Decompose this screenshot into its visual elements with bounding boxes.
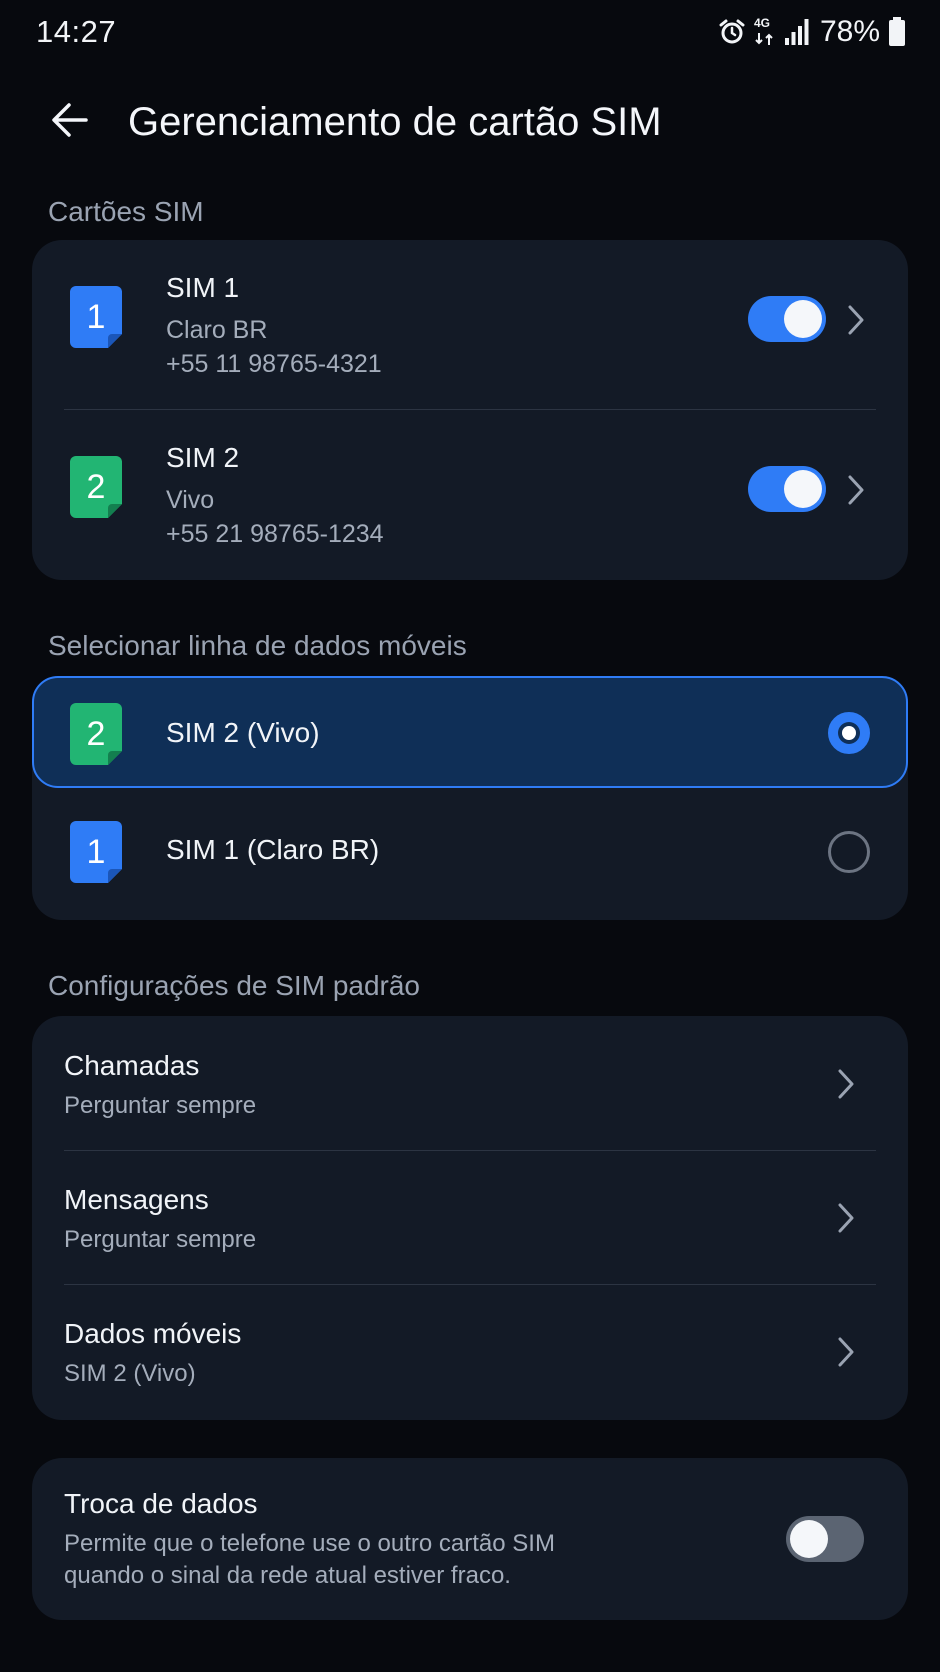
data-swap-card: Troca de dados Permite que o telefone us…	[32, 1458, 908, 1620]
battery-icon	[888, 17, 906, 47]
chevron-right-icon	[842, 300, 870, 340]
chevron-right-icon	[832, 1198, 860, 1238]
sim-2-name: SIM 2	[166, 442, 240, 473]
sim-2-toggle[interactable]	[748, 466, 826, 512]
sim-1-icon: 1	[70, 821, 122, 883]
status-time: 14:27	[36, 14, 117, 49]
battery-percent: 78%	[819, 15, 880, 48]
toggle-knob	[790, 1520, 828, 1558]
sim-1-name: SIM 1	[166, 272, 240, 303]
data-swap-title: Troca de dados	[64, 1488, 258, 1519]
default-messages-row[interactable]: Mensagens Perguntar sempre	[32, 1150, 908, 1276]
chevron-right-icon	[832, 1332, 860, 1372]
default-messages-value: Perguntar sempre	[64, 1226, 257, 1253]
default-mobile-data-value: SIM 2 (Vivo)	[64, 1360, 196, 1387]
sim-2-slot-number: 2	[86, 714, 106, 753]
arrow-left-icon	[50, 100, 90, 145]
sim-1-toggle[interactable]	[748, 296, 826, 342]
sim-2-icon: 2	[70, 456, 122, 518]
status-icons: 4G 78%	[718, 14, 906, 50]
sim-2-carrier: Vivo	[166, 486, 215, 514]
data-line-option-sim-2[interactable]: 2 SIM 2 (Vivo)	[32, 676, 908, 788]
signal-icon	[784, 18, 810, 46]
alarm-icon	[718, 18, 746, 46]
default-calls-value: Perguntar sempre	[64, 1092, 257, 1119]
data-line-card: 2 SIM 2 (Vivo) 1 SIM 1 (Claro BR)	[32, 676, 908, 920]
sim-2-number: +55 21 98765-1234	[166, 520, 384, 548]
sim-1-slot-number: 1	[86, 832, 106, 871]
sim-1-slot-number: 1	[86, 297, 106, 336]
sim-2-row[interactable]: 2 SIM 2 Vivo +55 21 98765-1234	[32, 410, 908, 580]
sim-2-slot-number: 2	[86, 467, 106, 506]
chevron-right-icon	[832, 1064, 860, 1104]
sim-1-number: +55 11 98765-4321	[166, 350, 382, 378]
sim-1-row[interactable]: 1 SIM 1 Claro BR +55 11 98765-4321	[32, 240, 908, 410]
data-line-option-label: SIM 1 (Claro BR)	[166, 834, 380, 865]
network-type-label: 4G	[753, 16, 770, 30]
sim-2-icon: 2	[70, 703, 122, 765]
default-calls-row[interactable]: Chamadas Perguntar sempre	[32, 1016, 908, 1142]
data-line-option-label: SIM 2 (Vivo)	[166, 717, 320, 748]
toggle-knob	[784, 470, 822, 508]
default-messages-title: Mensagens	[64, 1184, 209, 1215]
radio-selected[interactable]	[828, 712, 870, 754]
data-swap-toggle[interactable]	[786, 1516, 864, 1562]
data-swap-description: Permite que o telefone use o outro cartã…	[64, 1530, 555, 1589]
radio-unselected[interactable]	[828, 831, 870, 873]
status-bar: 14:27 4G 78%	[0, 0, 940, 64]
network-4g-icon: 4G	[754, 16, 776, 48]
default-sim-card: Chamadas Perguntar sempre Mensagens Perg…	[32, 1016, 908, 1420]
section-label-data-line: Selecionar linha de dados móveis	[48, 630, 467, 661]
page-title: Gerenciamento de cartão SIM	[128, 100, 662, 144]
toggle-knob	[784, 300, 822, 338]
data-line-option-sim-1[interactable]: 1 SIM 1 (Claro BR)	[32, 796, 908, 908]
sim-1-icon: 1	[70, 286, 122, 348]
back-button[interactable]	[44, 96, 96, 148]
default-mobile-data-title: Dados móveis	[64, 1318, 242, 1349]
default-mobile-data-row[interactable]: Dados móveis SIM 2 (Vivo)	[32, 1284, 908, 1410]
chevron-right-icon	[842, 470, 870, 510]
section-label-sim-cards: Cartões SIM	[48, 196, 204, 227]
default-calls-title: Chamadas	[64, 1050, 200, 1081]
sim-cards-card: 1 SIM 1 Claro BR +55 11 98765-4321 2 SIM…	[32, 240, 908, 580]
sim-1-carrier: Claro BR	[166, 316, 268, 344]
app-header: Gerenciamento de cartão SIM	[0, 86, 940, 158]
section-label-default-sim: Configurações de SIM padrão	[48, 970, 420, 1001]
